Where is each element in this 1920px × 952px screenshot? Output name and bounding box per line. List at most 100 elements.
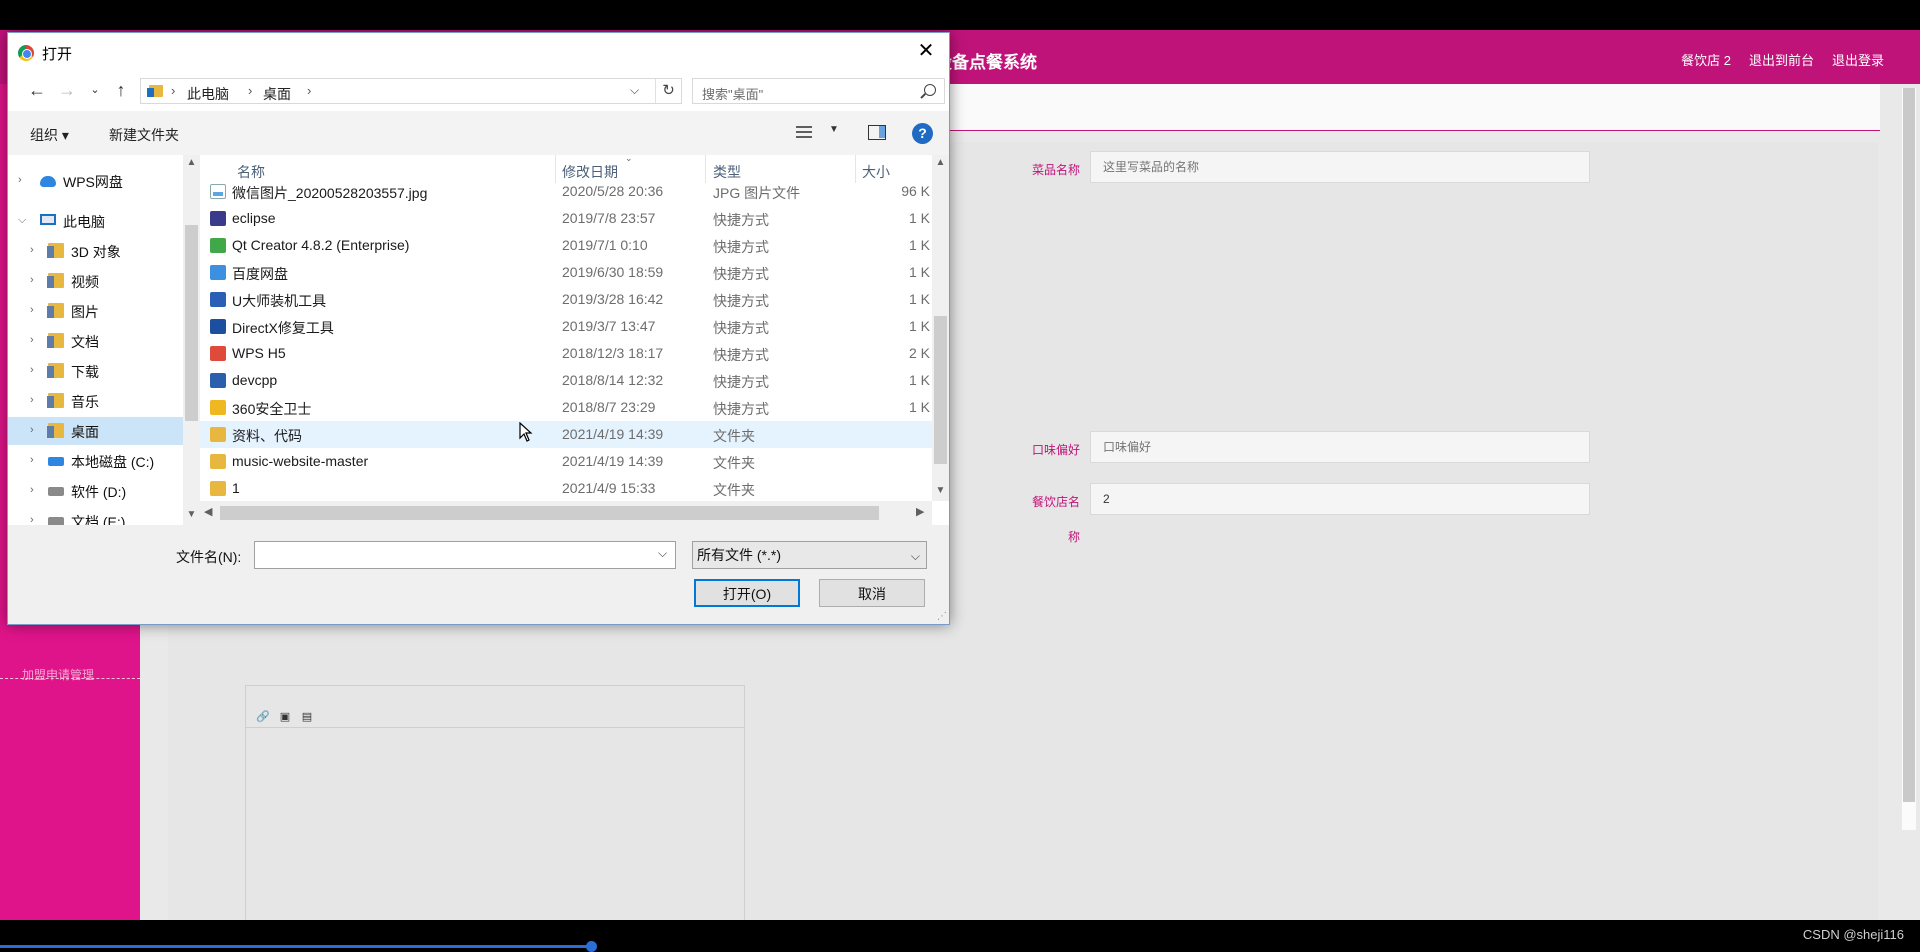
chevron-right-icon[interactable]: ›	[30, 394, 34, 406]
file-size: 96 K	[901, 183, 930, 199]
chevron-right-icon[interactable]: ›	[30, 304, 34, 316]
preview-pane-icon[interactable]	[868, 125, 886, 140]
drive-icon	[48, 487, 64, 496]
file-list: 名称 ⌄ 修改日期 类型 大小 微信图片_20200528203557.jpg 2…	[200, 155, 932, 501]
file-list-scrollbar[interactable]: ▲ ▼	[932, 155, 949, 501]
scroll-up-icon[interactable]: ▲	[183, 157, 200, 168]
scroll-right-icon[interactable]: ▶	[916, 505, 924, 518]
chevron-right-icon[interactable]: ›	[18, 174, 22, 186]
chevron-right-icon[interactable]: ›	[30, 514, 34, 525]
refresh-icon[interactable]: ↻	[655, 79, 681, 103]
view-dropdown-icon[interactable]: ▼	[829, 124, 839, 135]
nav-item-label: 下载	[71, 364, 99, 380]
file-row[interactable]: 微信图片_20200528203557.jpg 2020/5/28 20:36 JP…	[200, 178, 932, 205]
file-row[interactable]: DirectX修复工具 2019/3/7 13:47 快捷方式 1 K	[200, 313, 932, 340]
file-row[interactable]: 1 2021/4/9 15:33 文件夹	[200, 475, 932, 501]
search-icon[interactable]	[924, 84, 936, 96]
scroll-left-icon[interactable]: ◀	[204, 505, 212, 518]
chevron-right-icon[interactable]: ›	[30, 244, 34, 256]
nav-item[interactable]: › 文档	[8, 327, 183, 355]
file-row[interactable]: 百度网盘 2019/6/30 18:59 快捷方式 1 K	[200, 259, 932, 286]
video-progress-bar[interactable]	[0, 945, 592, 948]
file-row[interactable]: eclipse 2019/7/8 23:57 快捷方式 1 K	[200, 205, 932, 232]
resize-grip-icon[interactable]: ⋰	[937, 611, 947, 622]
file-row[interactable]: 资料、代码 2021/4/19 14:39 文件夹	[200, 421, 932, 448]
nav-item[interactable]: › 3D 对象	[8, 237, 183, 265]
organize-button[interactable]: 组织 ▾	[30, 125, 69, 145]
drive-icon	[48, 517, 64, 525]
nav-item[interactable]: › 软件 (D:)	[8, 477, 183, 505]
chevron-right-icon[interactable]: ›	[30, 364, 34, 376]
file-row[interactable]: Qt Creator 4.8.2 (Enterprise) 2019/7/1 0:…	[200, 232, 932, 259]
chevron-right-icon[interactable]: ›	[30, 424, 34, 436]
nav-exit-frontend[interactable]: 退出到前台	[1749, 50, 1814, 69]
nav-item[interactable]: › 音乐	[8, 387, 183, 415]
breadcrumb-this-pc[interactable]: 此电脑	[187, 84, 229, 104]
chevron-down-icon[interactable]: ⌵	[658, 546, 667, 561]
file-row[interactable]: WPS H5 2018/12/3 18:17 快捷方式 2 K	[200, 340, 932, 367]
rich-text-editor[interactable]: 🔗 ▣ ▤	[245, 685, 745, 950]
new-folder-button[interactable]: 新建文件夹	[109, 125, 179, 145]
recent-chevron-icon[interactable]: ⌄	[84, 79, 106, 101]
nav-item[interactable]: ⌵ 此电脑	[8, 207, 183, 235]
nav-item[interactable]: › 桌面	[8, 417, 183, 445]
folder-icon	[210, 427, 226, 442]
scrollbar-thumb[interactable]	[934, 316, 947, 464]
image-icon[interactable]: ▣	[278, 710, 292, 724]
dish-name-input[interactable]	[1090, 151, 1590, 183]
nav-logout[interactable]: 退出登录	[1832, 50, 1884, 69]
close-icon[interactable]: ✕	[903, 33, 949, 71]
up-arrow-icon[interactable]: ↑	[110, 79, 132, 101]
nav-item[interactable]: › WPS网盘	[8, 167, 183, 195]
file-type-filter[interactable]: 所有文件 (*.*) ⌵	[692, 541, 927, 569]
nav-item-label: 音乐	[71, 394, 99, 410]
view-list-icon[interactable]	[796, 126, 812, 140]
breadcrumb-desktop[interactable]: 桌面	[263, 84, 291, 104]
scroll-down-icon[interactable]: ▼	[183, 509, 200, 520]
nav-item[interactable]: › 文档 (E:)	[8, 507, 183, 525]
hscrollbar-thumb[interactable]	[220, 506, 879, 520]
nav-shop[interactable]: 餐饮店 2	[1681, 50, 1731, 69]
forward-arrow-icon[interactable]: →	[56, 79, 78, 101]
file-row[interactable]: U大师装机工具 2019/3/28 16:42 快捷方式 1 K	[200, 286, 932, 313]
help-icon[interactable]: ?	[912, 123, 933, 144]
folder-icon	[147, 85, 163, 97]
address-bar[interactable]: › 此电脑 › 桌面 › ⌵ ↻	[140, 78, 682, 104]
file-list-hscrollbar[interactable]: ◀ ▶	[200, 501, 932, 525]
nav-item[interactable]: › 下载	[8, 357, 183, 385]
chevron-right-icon[interactable]: ›	[30, 484, 34, 496]
cancel-button[interactable]: 取消	[819, 579, 925, 607]
file-row[interactable]: 360安全卫士 2018/8/7 23:29 快捷方式 1 K	[200, 394, 932, 421]
scroll-down-icon[interactable]: ▼	[932, 485, 949, 496]
shortcut-icon	[210, 373, 226, 388]
open-button[interactable]: 打开(O)	[694, 579, 800, 607]
editor-toolbar: 🔗 ▣ ▤	[246, 686, 744, 728]
chevron-down-icon[interactable]: ⌵	[630, 83, 639, 98]
search-input[interactable]: 搜索"桌面"	[692, 78, 945, 104]
nav-item[interactable]: › 本地磁盘 (C:)	[8, 447, 183, 475]
scroll-up-icon[interactable]: ▲	[932, 157, 949, 168]
filename-input[interactable]	[254, 541, 676, 569]
nav-pane-scrollbar[interactable]: ▲ ▼	[183, 155, 200, 525]
video-progress-handle[interactable]	[586, 941, 597, 952]
taste-input[interactable]	[1090, 431, 1590, 463]
nav-item[interactable]: › 图片	[8, 297, 183, 325]
sidebar-item-faint[interactable]: 加盟申请管理	[22, 666, 94, 683]
scrollbar-thumb[interactable]	[185, 225, 198, 421]
chevron-right-icon[interactable]: ›	[30, 334, 34, 346]
file-size: 1 K	[908, 237, 930, 253]
chevron-down-icon[interactable]: ⌵	[18, 214, 26, 227]
nav-item[interactable]: › 视频	[8, 267, 183, 295]
page-scrollbar-thumb[interactable]	[1903, 88, 1915, 802]
link-icon[interactable]: 🔗	[256, 710, 270, 724]
file-row[interactable]: devcpp 2018/8/14 12:32 快捷方式 1 K	[200, 367, 932, 394]
media-icon[interactable]: ▤	[300, 710, 314, 724]
chevron-right-icon[interactable]: ›	[30, 454, 34, 466]
taste-label: 口味偏好	[1031, 443, 1080, 457]
back-arrow-icon[interactable]: ←	[26, 79, 48, 101]
chevron-right-icon[interactable]: ›	[30, 274, 34, 286]
file-row[interactable]: music-website-master 2021/4/19 14:39 文件夹	[200, 448, 932, 475]
shortcut-icon	[210, 319, 226, 334]
shop-name-input[interactable]: 2	[1090, 483, 1590, 515]
folder-icon	[210, 481, 226, 496]
